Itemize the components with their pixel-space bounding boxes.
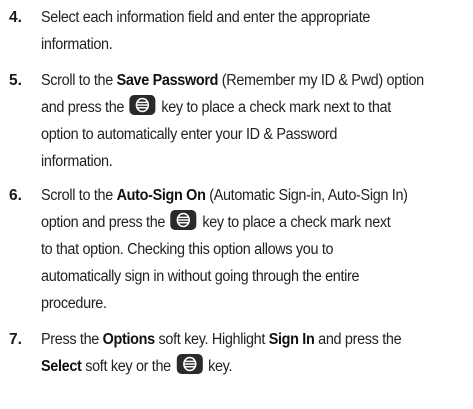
step-6-line-3: to that option. Checking this option all… bbox=[41, 241, 334, 258]
auto-sign-on-term: Auto-Sign On bbox=[116, 187, 206, 204]
instruction-document: 4. Select each information field and ent… bbox=[0, 0, 473, 409]
ok-key-icon bbox=[170, 209, 198, 231]
step-5-line-2: and press the key to place a check mark n… bbox=[41, 95, 391, 121]
step-7-line-1: Press the Options soft key. Highlight Si… bbox=[41, 331, 402, 348]
step-5-line-3: option to automatically enter your ID & … bbox=[41, 126, 338, 143]
step-number: 5. bbox=[9, 72, 22, 89]
step-7-line-2: Select soft key or the key. bbox=[41, 354, 232, 380]
step-number: 7. bbox=[9, 331, 22, 348]
options-term: Options bbox=[102, 331, 156, 348]
ok-key-icon bbox=[129, 94, 157, 116]
step-6-line-1: Scroll to the Auto-Sign On (Automatic Si… bbox=[41, 187, 408, 204]
step-4-line-1: Select each information field and enter … bbox=[41, 9, 371, 26]
step-5-line-1: Scroll to the Save Password (Remember my… bbox=[41, 72, 424, 89]
step-4-line-2: information. bbox=[41, 36, 113, 53]
step-6-line-5: procedure. bbox=[41, 295, 107, 312]
select-term: Select bbox=[41, 358, 82, 375]
sign-in-term: Sign In bbox=[268, 331, 315, 348]
ok-key-icon bbox=[176, 353, 204, 375]
step-number: 4. bbox=[9, 9, 22, 26]
step-number: 6. bbox=[9, 187, 22, 204]
step-6-line-4: automatically sign in without going thro… bbox=[41, 268, 360, 285]
save-password-term: Save Password bbox=[116, 72, 219, 89]
step-6-line-2: option and press the key to place a check… bbox=[41, 209, 391, 236]
step-5-line-4: information. bbox=[41, 153, 113, 170]
